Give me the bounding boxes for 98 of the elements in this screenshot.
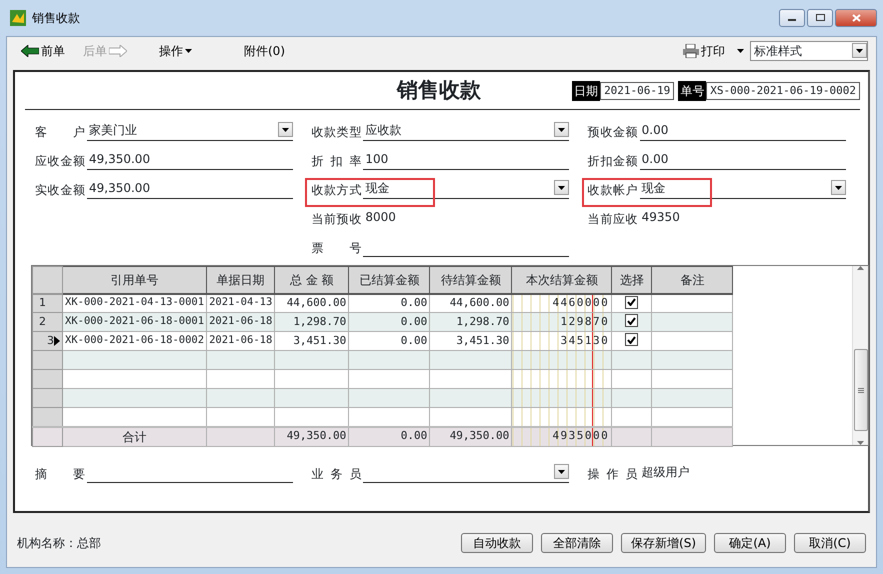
- caret-icon: [282, 128, 289, 132]
- field-label: 应收金额: [35, 153, 85, 170]
- dropdown-arrow-button[interactable]: [554, 180, 570, 195]
- column-header[interactable]: 本次结算金额: [512, 266, 612, 294]
- close-button[interactable]: [835, 9, 877, 27]
- row-header[interactable]: 2: [32, 312, 62, 332]
- table-cell: 0.00: [348, 426, 430, 446]
- maximize-icon: [816, 14, 824, 22]
- dropdown-arrow-button[interactable]: [830, 180, 846, 195]
- caret-icon: [558, 128, 566, 132]
- dropdown-field[interactable]: 应收款: [363, 119, 570, 141]
- field-label: 业务员: [311, 466, 362, 483]
- window-title: 销售收款: [32, 10, 80, 27]
- field-label: 票 号: [311, 240, 362, 257]
- dialog-button[interactable]: 自动收款: [461, 533, 534, 553]
- dropdown-field[interactable]: 现金: [640, 177, 846, 199]
- field-label: 客 户: [35, 124, 85, 141]
- toolbar-button[interactable]: 前单: [15, 42, 71, 60]
- date-field[interactable]: 2021-06-19: [600, 82, 674, 100]
- check-icon: [627, 298, 636, 306]
- column-header[interactable]: 已结算金额: [348, 266, 430, 294]
- dialog-button[interactable]: 保存新增(S): [621, 533, 706, 553]
- column-header[interactable]: 选择: [612, 266, 652, 294]
- printer-icon: [683, 44, 699, 58]
- field-label: 操作员: [588, 466, 638, 483]
- caret-icon: [558, 186, 566, 190]
- field-label: 摘要: [35, 466, 85, 483]
- caret-icon: [558, 470, 566, 474]
- dropdown-field[interactable]: 现金: [363, 177, 570, 199]
- table-cell: 49,350.00: [430, 426, 512, 446]
- input-field[interactable]: 49,350.00: [87, 148, 293, 170]
- corner-cell: [32, 266, 62, 294]
- field-label: 预收金额: [588, 124, 638, 141]
- field-label: 实收金额: [35, 182, 85, 199]
- select-value: 标准样式: [754, 42, 802, 60]
- dropdown-button[interactable]: [852, 43, 867, 58]
- organization-label: 机构名称：总部: [17, 535, 101, 552]
- toolbar-button[interactable]: 操作: [153, 42, 198, 60]
- table-cell: 1,298.70: [274, 312, 349, 332]
- current-row-icon: [54, 336, 60, 346]
- row-header[interactable]: 3: [32, 332, 62, 350]
- maximize-button[interactable]: [807, 9, 833, 27]
- dropdown-arrow-button[interactable]: [554, 464, 570, 479]
- caret-icon: [856, 48, 863, 52]
- input-field[interactable]: 49,350.00: [87, 177, 293, 199]
- scrollbar[interactable]: [852, 266, 868, 445]
- field-value: 8000: [365, 209, 396, 226]
- field-label: 折扣金额: [588, 153, 638, 170]
- field-value: 49350: [642, 209, 680, 226]
- date-label: 日期: [572, 80, 600, 100]
- column-header[interactable]: 引用单号: [62, 266, 207, 294]
- minimize-button[interactable]: [779, 9, 805, 27]
- dialog-button[interactable]: 确定(A): [714, 533, 786, 553]
- dropdown-arrow-button[interactable]: [554, 122, 570, 137]
- number-label: 单号: [678, 80, 706, 100]
- field-label: 当前应收: [588, 211, 638, 228]
- grip-icon: [858, 388, 864, 392]
- total-label: 合计: [62, 426, 207, 446]
- field-label: 收款帐户: [588, 182, 638, 199]
- print-button[interactable]: 打印: [677, 42, 731, 60]
- number-field[interactable]: XS-000-2021-06-19-0002: [706, 82, 860, 100]
- style-select[interactable]: 标准样式: [750, 40, 868, 60]
- column-header[interactable]: 单据日期: [206, 266, 275, 294]
- dropdown-field[interactable]: [363, 461, 570, 483]
- check-icon: [627, 336, 636, 344]
- table-cell: 1,298.70: [430, 312, 512, 332]
- field-label: 收款类型: [311, 124, 362, 141]
- checkbox[interactable]: [625, 314, 638, 328]
- check-icon: [627, 316, 636, 325]
- dialog-button[interactable]: 全部清除: [541, 533, 614, 553]
- input-field[interactable]: 100: [363, 148, 570, 170]
- table-cell: 0.00: [348, 312, 430, 332]
- app-icon: [10, 10, 26, 26]
- caret-icon: [834, 186, 842, 190]
- column-header[interactable]: 总 金 额: [274, 266, 349, 294]
- field-label: 当前预收: [311, 211, 362, 228]
- back-arrow-icon: [21, 44, 39, 56]
- form-title: 销售收款: [397, 76, 481, 104]
- field-value: 超级用户: [642, 464, 690, 481]
- dropdown-field[interactable]: 家美门业: [87, 119, 293, 141]
- table-cell: XK-000-2021-06-18-0001: [62, 312, 207, 332]
- input-field[interactable]: 0.00: [640, 148, 846, 170]
- input-field[interactable]: 0.00: [640, 119, 846, 141]
- dropdown-arrow-button[interactable]: [278, 122, 293, 137]
- column-header[interactable]: 备注: [652, 266, 733, 294]
- checkbox[interactable]: [625, 333, 638, 346]
- forward-arrow-icon: [109, 44, 127, 56]
- field-label: 收款方式: [311, 182, 362, 199]
- dialog-button[interactable]: 取消(C): [794, 533, 866, 553]
- field-label: 折 扣 率: [311, 153, 362, 170]
- checkbox[interactable]: [625, 296, 638, 308]
- toolbar-button[interactable]: 附件(0): [238, 42, 291, 60]
- close-icon: [852, 14, 860, 22]
- column-header[interactable]: 待结算金额: [430, 266, 512, 294]
- caret-icon: [185, 48, 192, 52]
- table-cell: 49,350.00: [274, 426, 349, 446]
- table-cell: 2021-06-18: [206, 312, 275, 332]
- caret-icon: [737, 48, 744, 52]
